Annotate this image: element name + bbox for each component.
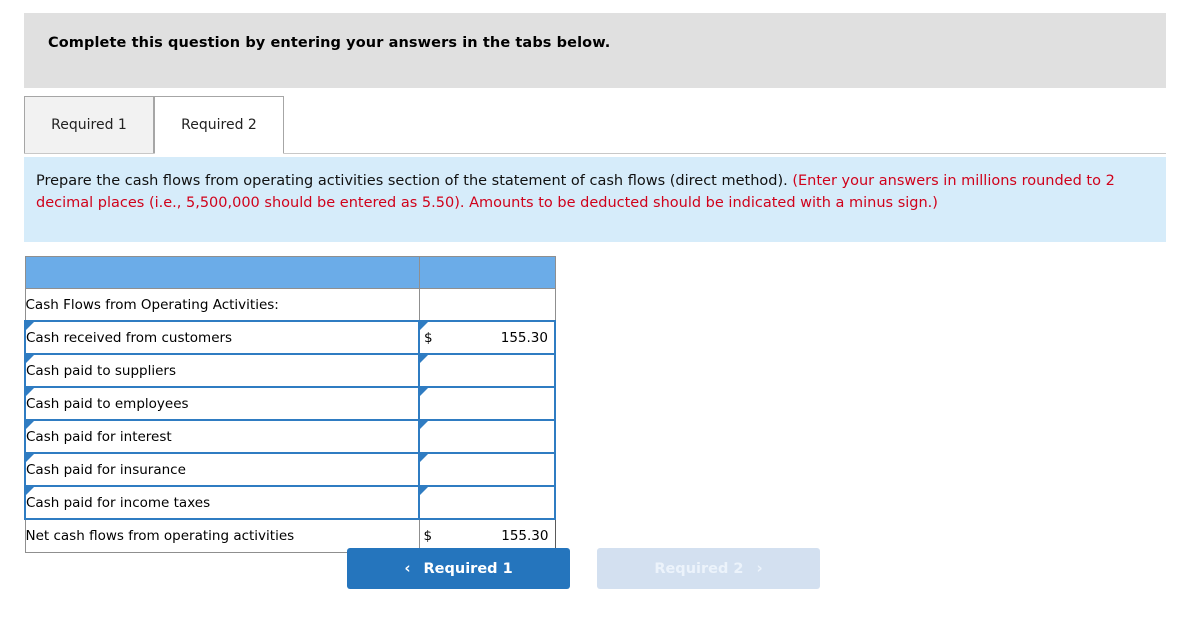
tab-strip: Required 1 Required 2 — [24, 96, 1166, 156]
pager-nav: ‹ Required 1 Required 2 › — [347, 548, 820, 589]
row-label-input-0[interactable]: Cash received from customers — [24, 320, 420, 355]
dropdown-flag-icon — [420, 322, 428, 330]
row-money-4 — [420, 454, 554, 485]
row-label-input-4[interactable]: Cash paid for insurance — [24, 452, 420, 487]
row-value-input-4[interactable] — [418, 452, 556, 487]
row-value-input-3[interactable] — [418, 419, 556, 454]
row-money-2 — [420, 388, 554, 419]
chevron-left-icon: ‹ — [404, 559, 411, 577]
question-banner: Complete this question by entering your … — [24, 13, 1166, 88]
total-amount: 155.30 — [501, 527, 549, 544]
tab-required-1[interactable]: Required 1 — [24, 96, 154, 154]
row-value-input-1[interactable] — [418, 353, 556, 388]
currency-symbol-0: $ — [424, 329, 433, 346]
row-value-input-0[interactable]: $ 155.30 — [418, 320, 556, 355]
section-title-value — [418, 288, 556, 322]
row-amount-0: 155.30 — [500, 329, 548, 346]
prev-button-label: Required 1 — [423, 560, 513, 577]
header-cell-label — [24, 256, 420, 289]
row-label-input-1[interactable]: Cash paid to suppliers — [24, 353, 420, 388]
row-money-5 — [420, 487, 554, 518]
dropdown-flag-icon — [420, 487, 428, 495]
dropdown-flag-icon — [420, 355, 428, 363]
row-value-input-2[interactable] — [418, 386, 556, 421]
dropdown-flag-icon — [26, 421, 34, 429]
dropdown-flag-icon — [26, 322, 34, 330]
table-row: Cash paid for insurance — [24, 452, 556, 487]
prev-required-1-button[interactable]: ‹ Required 1 — [347, 548, 570, 589]
dropdown-flag-icon — [26, 355, 34, 363]
row-label-text-4: Cash paid for insurance — [26, 461, 186, 478]
row-label-text-1: Cash paid to suppliers — [26, 362, 176, 379]
tab-required-2[interactable]: Required 2 — [154, 96, 284, 154]
row-label-text-2: Cash paid to employees — [26, 395, 189, 412]
dropdown-flag-icon — [26, 454, 34, 462]
section-title: Cash Flows from Operating Activities: — [24, 288, 420, 322]
row-label-input-5[interactable]: Cash paid for income taxes — [24, 485, 420, 520]
total-money: $ 155.30 — [420, 520, 555, 551]
next-button-label: Required 2 — [654, 560, 744, 577]
row-money-1 — [420, 355, 554, 386]
instruction-text: Prepare the cash flows from operating ac… — [36, 171, 1154, 214]
row-label-text-0: Cash received from customers — [26, 329, 233, 346]
cash-flow-answer-table: Cash Flows from Operating Activities: Ca… — [24, 256, 556, 554]
chevron-right-icon: › — [756, 559, 763, 577]
table-row: Cash paid for income taxes — [24, 485, 556, 520]
table-row: Cash received from customers $ 155.30 — [24, 320, 556, 355]
dropdown-flag-icon — [26, 388, 34, 396]
dropdown-flag-icon — [26, 487, 34, 495]
tab-required-1-label: Required 1 — [51, 117, 127, 133]
row-label-input-2[interactable]: Cash paid to employees — [24, 386, 420, 421]
row-label-input-3[interactable]: Cash paid for interest — [24, 419, 420, 454]
table-row: Cash paid to employees — [24, 386, 556, 421]
next-required-2-button[interactable]: Required 2 › — [597, 548, 820, 589]
table-row: Cash paid to suppliers — [24, 353, 556, 388]
section-title-row: Cash Flows from Operating Activities: — [24, 288, 556, 322]
instruction-lead: Prepare the cash flows from operating ac… — [36, 173, 793, 189]
row-label-text-3: Cash paid for interest — [26, 428, 172, 445]
row-value-input-5[interactable] — [418, 485, 556, 520]
total-currency-symbol: $ — [423, 527, 433, 544]
banner-title: Complete this question by entering your … — [48, 35, 611, 51]
row-money-3 — [420, 421, 554, 452]
dropdown-flag-icon — [420, 454, 428, 462]
table-header-row — [24, 256, 556, 289]
table-row: Cash paid for interest — [24, 419, 556, 454]
tab-required-2-label: Required 2 — [181, 117, 257, 133]
row-money-0: $ 155.30 — [420, 322, 554, 353]
dropdown-flag-icon — [420, 388, 428, 396]
dropdown-flag-icon — [420, 421, 428, 429]
instruction-panel: Prepare the cash flows from operating ac… — [24, 157, 1166, 242]
row-label-text-5: Cash paid for income taxes — [26, 494, 211, 511]
header-cell-value — [418, 256, 556, 289]
